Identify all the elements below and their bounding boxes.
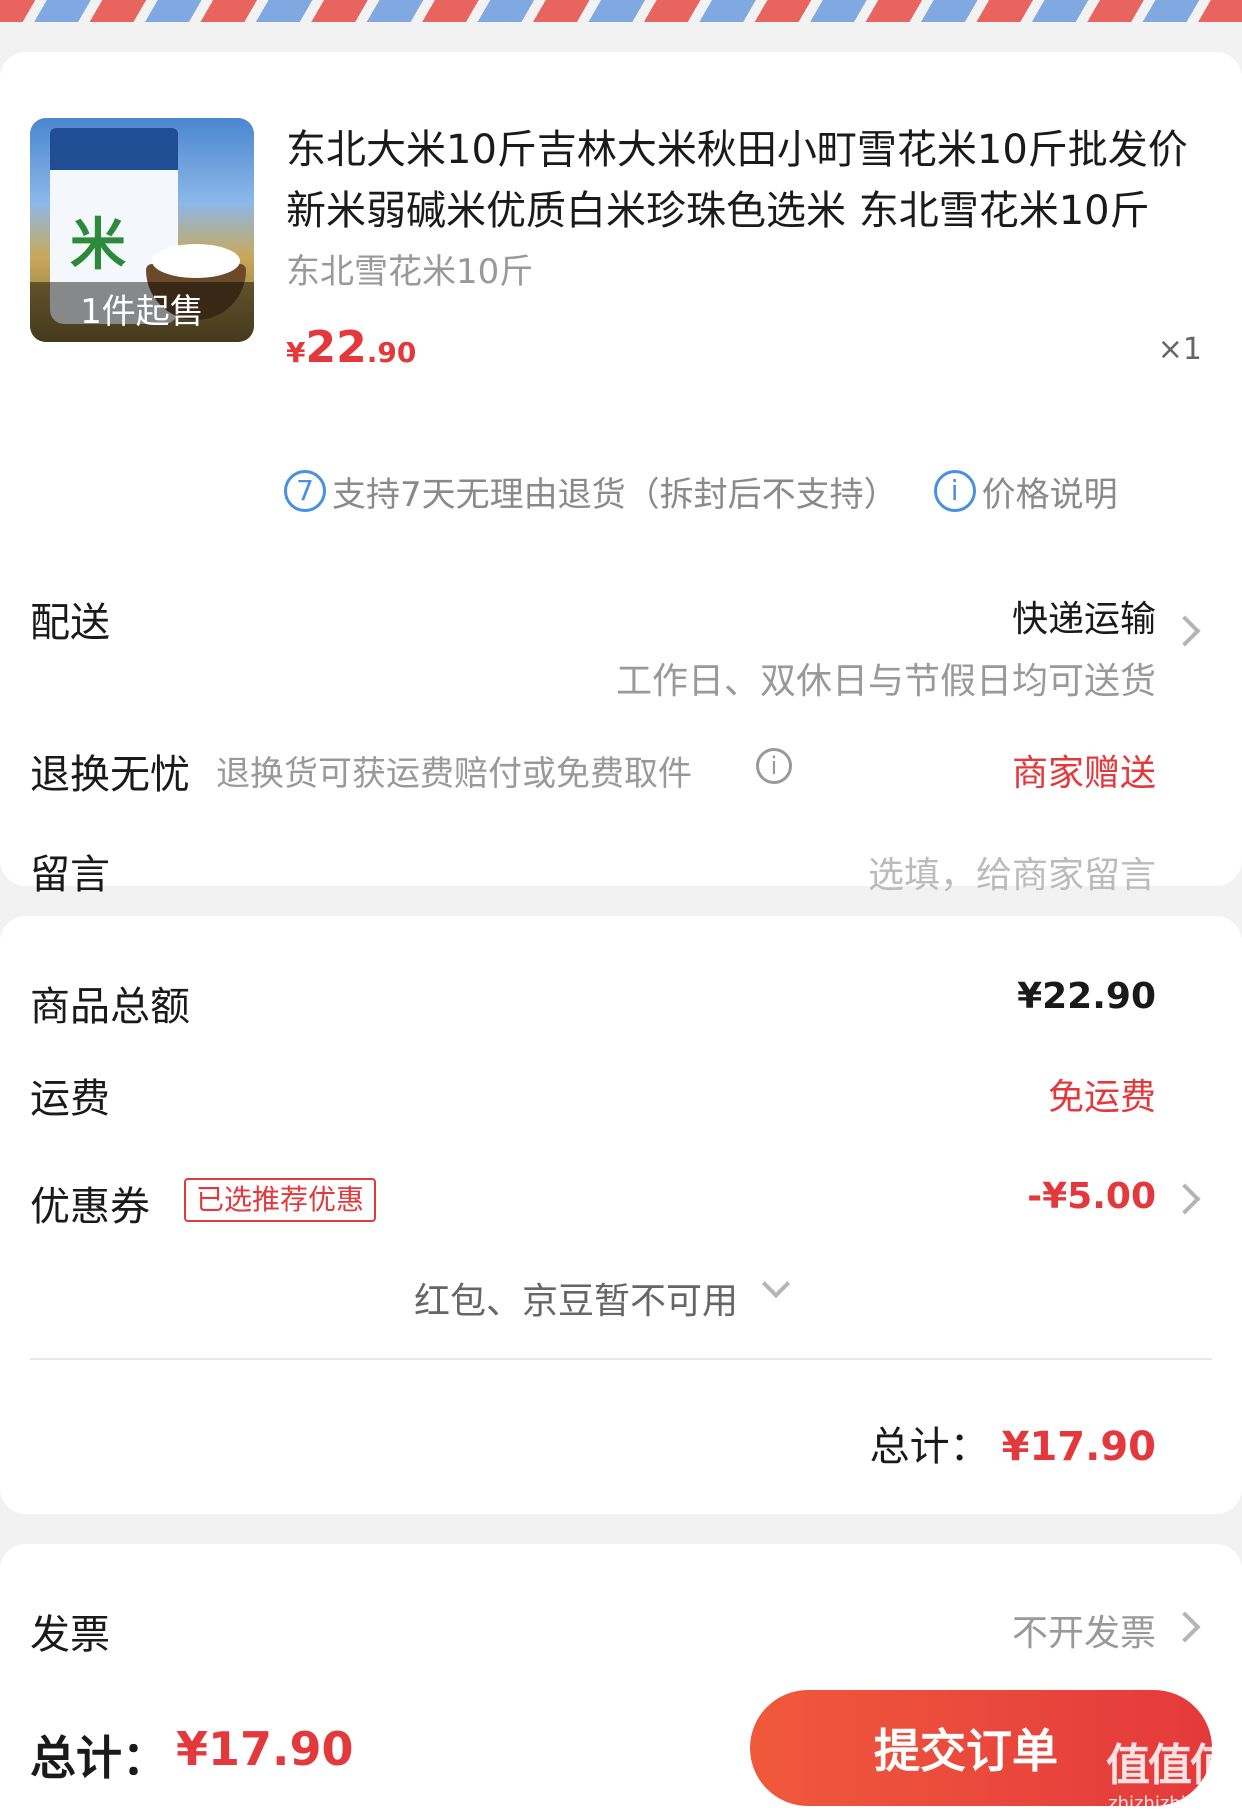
coupon-value[interactable]: -¥5.00 bbox=[1027, 1176, 1156, 1217]
shipping-value: 免运费 bbox=[1047, 1077, 1156, 1118]
price-symbol: ¥ bbox=[286, 336, 306, 369]
amount-summary-card: 商品总额 ¥22.90 运费 免运费 优惠券 已选推荐优惠 -¥5.00 红包、… bbox=[0, 916, 1242, 1514]
invoice-label: 发票 bbox=[30, 1612, 110, 1658]
product-spec: 东北雪花米10斤 bbox=[286, 252, 534, 292]
watermark-text: 值值值 bbox=[1106, 1740, 1234, 1791]
info-icon[interactable]: i bbox=[933, 470, 976, 512]
delivery-method[interactable]: 快递运输 bbox=[1012, 590, 1156, 642]
product-title[interactable]: 东北大米10斤吉林大米秋田小町雪花米10斤批发价新米弱碱米优质白米珍珠色选米 东… bbox=[286, 120, 1206, 242]
bottom-total-label: 总计： bbox=[30, 1731, 168, 1785]
goods-total-label: 商品总额 bbox=[30, 984, 190, 1030]
price-decimal: .90 bbox=[366, 336, 417, 369]
unavailable-note[interactable]: 红包、京豆暂不可用 bbox=[414, 1272, 738, 1324]
watermark-logo: 值值值 zhizhizhi.com bbox=[1106, 1729, 1234, 1814]
delivery-chevron-right-icon[interactable] bbox=[1169, 615, 1201, 647]
policy-row: 7 支持7天无理由退货（拆封后不支持） i 价格说明 bbox=[284, 466, 1118, 516]
delivery-label: 配送 bbox=[30, 600, 110, 646]
coupon-label: 优惠券 bbox=[30, 1184, 150, 1230]
delivery-note: 工作日、双休日与节假日均可送货 bbox=[615, 661, 1156, 702]
divider bbox=[30, 1358, 1212, 1360]
coupon-chevron-right-icon[interactable] bbox=[1169, 1183, 1201, 1215]
airmail-stripe bbox=[0, 0, 1242, 22]
watermark-url: zhizhizhi.com bbox=[1108, 1793, 1230, 1814]
coupon-selected-tag: 已选推荐优惠 bbox=[184, 1178, 377, 1222]
invoice-chevron-right-icon[interactable] bbox=[1169, 1611, 1201, 1643]
total-row: 总计： ¥17.90 bbox=[870, 1414, 1156, 1472]
return-worry-label: 退换无忧 bbox=[30, 752, 190, 798]
return-worry-desc: 退换货可获运费赔付或免费取件 bbox=[216, 754, 692, 794]
return-worry-value: 商家赠送 bbox=[1011, 753, 1156, 794]
chevron-down-icon[interactable] bbox=[761, 1269, 791, 1299]
total-value: ¥17.90 bbox=[1001, 1424, 1156, 1470]
return-policy-text: 支持7天无理由退货（拆封后不支持） bbox=[332, 474, 898, 515]
checkout-bar: 总计： ¥17.90 提交订单 值值值 zhizhizhi.com bbox=[0, 1670, 1242, 1820]
message-label: 留言 bbox=[30, 852, 110, 898]
price-integer: 22 bbox=[305, 322, 367, 373]
seven-day-return-icon: 7 bbox=[284, 470, 326, 512]
shipping-label: 运费 bbox=[30, 1076, 110, 1122]
total-label: 总计： bbox=[869, 1424, 990, 1470]
product-price: ¥22.90 bbox=[286, 322, 416, 373]
price-explanation-link[interactable]: 价格说明 bbox=[982, 467, 1118, 516]
goods-total-value: ¥22.90 bbox=[1017, 976, 1156, 1017]
order-item-card: 米 1件起售 东北大米10斤吉林大米秋田小町雪花米10斤批发价新米弱碱米优质白米… bbox=[0, 52, 1242, 898]
product-image[interactable]: 米 1件起售 bbox=[30, 118, 254, 342]
invoice-value[interactable]: 不开发票 bbox=[1012, 1604, 1156, 1656]
bag-character: 米 bbox=[70, 212, 126, 278]
message-input[interactable]: 选填，给商家留言 bbox=[868, 846, 1156, 898]
return-info-icon[interactable]: i bbox=[756, 748, 792, 784]
min-order-badge: 1件起售 bbox=[30, 282, 254, 342]
bottom-total-value: ¥17.90 bbox=[176, 1722, 354, 1776]
product-quantity: ×1 bbox=[1157, 332, 1202, 367]
